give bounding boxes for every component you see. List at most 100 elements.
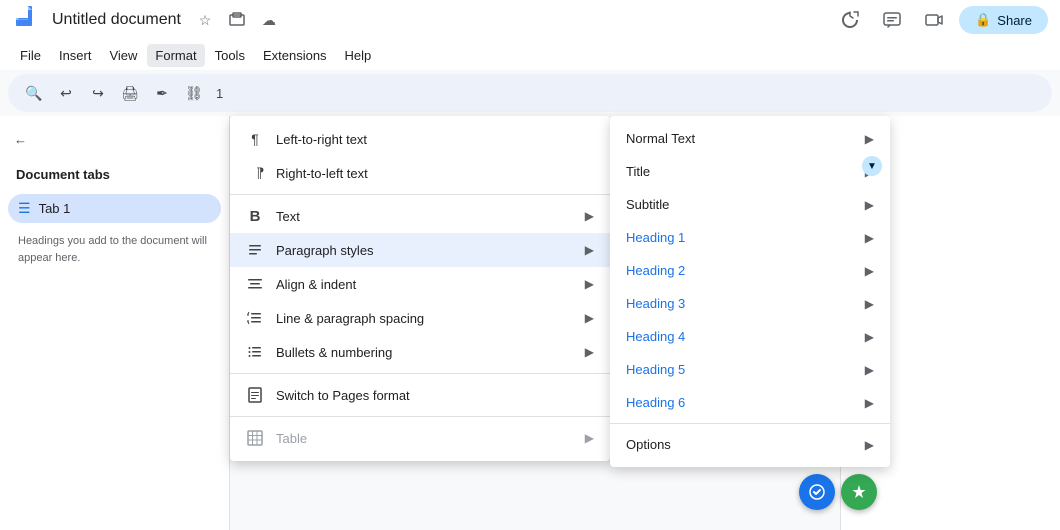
menu-insert[interactable]: Insert — [51, 44, 100, 67]
format-table: Table ▶ — [230, 421, 610, 455]
h1-arrow: ▶ — [865, 231, 874, 245]
spacing-label: Line & paragraph spacing — [276, 311, 573, 326]
pages-icon — [246, 386, 264, 404]
ltr-label: Left-to-right text — [276, 132, 594, 147]
bullets-icon — [246, 343, 264, 361]
subtitle-label: Subtitle — [626, 197, 853, 212]
format-pages[interactable]: Switch to Pages format — [230, 378, 610, 412]
separator-3 — [230, 416, 610, 417]
format-text[interactable]: B Text ▶ — [230, 199, 610, 233]
menu-tools[interactable]: Tools — [207, 44, 253, 67]
paint-format-button[interactable]: ✒ — [148, 79, 176, 107]
subtitle-arrow: ▶ — [865, 198, 874, 212]
ai-button-2[interactable] — [841, 474, 877, 510]
main-layout: ← Document tabs ☰ Tab 1 Headings you add… — [0, 116, 1060, 530]
text-label: Text — [276, 209, 573, 224]
top-bar-right: 🔒 Share — [833, 3, 1048, 37]
format-align[interactable]: Align & indent ▶ — [230, 267, 610, 301]
title-actions: ☆ ☁ — [193, 8, 281, 32]
style-heading-3[interactable]: Heading 3 ▶ — [610, 287, 890, 320]
style-heading-1[interactable]: Heading 1 ▶ — [610, 221, 890, 254]
cloud-icon[interactable]: ☁ — [257, 8, 281, 32]
submenu-collapse[interactable]: ▼ — [862, 156, 882, 176]
back-button[interactable]: ← — [8, 128, 221, 151]
menu-extensions[interactable]: Extensions — [255, 44, 335, 67]
table-icon — [246, 429, 264, 447]
menu-help[interactable]: Help — [337, 44, 380, 67]
separator-2 — [230, 373, 610, 374]
align-label: Align & indent — [276, 277, 573, 292]
h3-arrow: ▶ — [865, 297, 874, 311]
align-arrow: ▶ — [585, 277, 594, 291]
comments-button[interactable] — [875, 3, 909, 37]
history-button[interactable] — [833, 3, 867, 37]
style-heading-2[interactable]: Heading 2 ▶ — [610, 254, 890, 287]
style-options[interactable]: Options ▶ — [610, 428, 890, 461]
rtl-icon: ¶ — [246, 164, 264, 182]
title-label: Title — [626, 164, 853, 179]
doc-title: Untitled document — [52, 11, 181, 29]
h2-arrow: ▶ — [865, 264, 874, 278]
normal-label: Normal Text — [626, 131, 853, 146]
sidebar-tab-1[interactable]: ☰ Tab 1 — [8, 194, 221, 223]
format-dropdown: ¶ Left-to-right text ¶ Right-to-left tex… — [230, 116, 610, 461]
star-icon[interactable]: ☆ — [193, 8, 217, 32]
menu-format[interactable]: Format — [147, 44, 204, 67]
pages-label: Switch to Pages format — [276, 388, 594, 403]
menu-bar: File Insert View Format Tools Extensions… — [0, 40, 1060, 70]
style-title[interactable]: Title ▶ — [610, 155, 890, 188]
h2-label: Heading 2 — [626, 263, 853, 278]
format-paragraph-styles[interactable]: Paragraph styles ▶ — [230, 233, 610, 267]
toolbar: 🔍 ↩ ↪ 🖨 ✒ ⛓ 1 — [8, 74, 1052, 112]
save-to-drive-icon[interactable] — [225, 8, 249, 32]
spacing-icon — [246, 309, 264, 327]
ltr-icon: ¶ — [246, 130, 264, 148]
top-bar: Untitled document ☆ ☁ — [0, 0, 1060, 40]
separator-1 — [230, 194, 610, 195]
search-button[interactable]: 🔍 — [20, 79, 48, 107]
undo-button[interactable]: ↩ — [52, 79, 80, 107]
bullets-arrow: ▶ — [585, 345, 594, 359]
menu-file[interactable]: File — [12, 44, 49, 67]
back-icon: ← — [14, 132, 27, 147]
h5-arrow: ▶ — [865, 363, 874, 377]
rtl-label: Right-to-left text — [276, 166, 594, 181]
sidebar: ← Document tabs ☰ Tab 1 Headings you add… — [0, 116, 230, 530]
format-ltr[interactable]: ¶ Left-to-right text — [230, 122, 610, 156]
share-button[interactable]: 🔒 Share — [959, 6, 1048, 34]
style-heading-5[interactable]: Heading 5 ▶ — [610, 353, 890, 386]
link-button[interactable]: ⛓ — [180, 79, 208, 107]
video-button[interactable] — [917, 3, 951, 37]
ai-button-1[interactable] — [799, 474, 835, 510]
h4-label: Heading 4 — [626, 329, 853, 344]
style-heading-6[interactable]: Heading 6 ▶ — [610, 386, 890, 419]
para-styles-label: Paragraph styles — [276, 243, 573, 258]
spacing-arrow: ▶ — [585, 311, 594, 325]
bullets-label: Bullets & numbering — [276, 345, 573, 360]
style-subtitle[interactable]: Subtitle ▶ — [610, 188, 890, 221]
bold-icon: B — [246, 207, 264, 225]
h3-label: Heading 3 — [626, 296, 853, 311]
format-bullets[interactable]: Bullets & numbering ▶ — [230, 335, 610, 369]
lock-icon: 🔒 — [975, 12, 991, 28]
table-label: Table — [276, 431, 573, 446]
format-rtl[interactable]: ¶ Right-to-left text — [230, 156, 610, 190]
text-arrow: ▶ — [585, 209, 594, 223]
normal-arrow: ▶ — [865, 132, 874, 146]
style-heading-4[interactable]: Heading 4 ▶ — [610, 320, 890, 353]
print-button[interactable]: 🖨 — [116, 79, 144, 107]
table-arrow: ▶ — [585, 431, 594, 445]
zoom-level: 1 — [212, 86, 227, 101]
options-arrow: ▶ — [865, 438, 874, 452]
options-label: Options — [626, 437, 853, 452]
tab-label: Tab 1 — [39, 201, 71, 216]
para-styles-arrow: ▶ — [585, 243, 594, 257]
h6-label: Heading 6 — [626, 395, 853, 410]
style-normal[interactable]: Normal Text ▶ — [610, 122, 890, 155]
redo-button[interactable]: ↪ — [84, 79, 112, 107]
sidebar-title: Document tabs — [8, 163, 221, 186]
format-spacing[interactable]: Line & paragraph spacing ▶ — [230, 301, 610, 335]
sidebar-hint: Headings you add to the document will ap… — [8, 227, 221, 272]
menu-view[interactable]: View — [101, 44, 145, 67]
para-styles-icon — [246, 241, 264, 259]
